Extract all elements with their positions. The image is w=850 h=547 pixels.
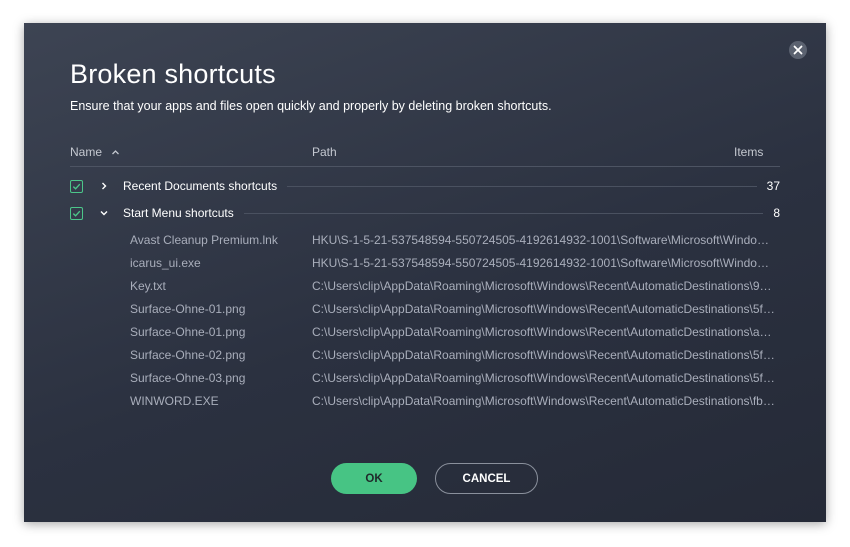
check-icon bbox=[72, 210, 81, 217]
file-name: icarus_ui.exe bbox=[130, 256, 201, 270]
file-row[interactable]: Avast Cleanup Premium.lnk HKU\S-1-5-21-5… bbox=[130, 233, 780, 251]
column-header-path[interactable]: Path bbox=[312, 145, 337, 159]
file-name: Surface-Ohne-01.png bbox=[130, 302, 246, 316]
file-path: C:\Users\clip\AppData\Roaming\Microsoft\… bbox=[312, 279, 777, 293]
group-divider bbox=[243, 212, 764, 214]
file-name: WINWORD.EXE bbox=[130, 394, 219, 408]
group-item-count: 8 bbox=[773, 206, 780, 220]
file-name: Surface-Ohne-02.png bbox=[130, 348, 246, 362]
group-label: Start Menu shortcuts bbox=[123, 206, 234, 220]
sort-ascending-icon[interactable] bbox=[111, 148, 120, 157]
file-path: HKU\S-1-5-21-537548594-550724505-4192614… bbox=[312, 233, 777, 247]
broken-shortcuts-dialog: Broken shortcuts Ensure that your apps a… bbox=[24, 23, 826, 522]
group-row-recent-documents[interactable]: Recent Documents shortcuts 37 bbox=[70, 176, 780, 196]
group-item-count: 37 bbox=[766, 179, 780, 193]
dialog-subtitle: Ensure that your apps and files open qui… bbox=[70, 99, 552, 113]
dialog-title: Broken shortcuts bbox=[70, 59, 276, 89]
file-row[interactable]: Surface-Ohne-03.png C:\Users\clip\AppDat… bbox=[130, 371, 780, 389]
ok-button[interactable]: OK bbox=[331, 463, 417, 494]
chevron-down-icon bbox=[100, 211, 108, 216]
file-row[interactable]: Surface-Ohne-01.png C:\Users\clip\AppDat… bbox=[130, 302, 780, 320]
file-path: C:\Users\clip\AppData\Roaming\Microsoft\… bbox=[312, 302, 777, 316]
file-name: Avast Cleanup Premium.lnk bbox=[130, 233, 278, 247]
column-header-name[interactable]: Name bbox=[70, 145, 120, 159]
check-icon bbox=[72, 183, 81, 190]
file-row[interactable]: icarus_ui.exe HKU\S-1-5-21-537548594-550… bbox=[130, 256, 780, 274]
group-checkbox-recent-documents[interactable] bbox=[70, 179, 83, 193]
close-icon bbox=[793, 45, 803, 55]
file-path: C:\Users\clip\AppData\Roaming\Microsoft\… bbox=[312, 348, 777, 362]
column-header-items[interactable]: Items bbox=[734, 145, 763, 159]
group-checkbox-start-menu[interactable] bbox=[70, 206, 83, 220]
group-row-start-menu[interactable]: Start Menu shortcuts 8 bbox=[70, 203, 780, 223]
group-divider bbox=[287, 185, 757, 187]
file-path: C:\Users\clip\AppData\Roaming\Microsoft\… bbox=[312, 394, 777, 408]
expand-toggle-recent-documents[interactable] bbox=[99, 181, 109, 191]
file-row[interactable]: Surface-Ohne-01.png C:\Users\clip\AppDat… bbox=[130, 325, 780, 343]
header-divider bbox=[70, 166, 780, 167]
file-path: C:\Users\clip\AppData\Roaming\Microsoft\… bbox=[312, 325, 777, 339]
chevron-right-icon bbox=[102, 182, 107, 190]
group-label: Recent Documents shortcuts bbox=[123, 179, 278, 193]
file-name: Surface-Ohne-01.png bbox=[130, 325, 246, 339]
file-path: C:\Users\clip\AppData\Roaming\Microsoft\… bbox=[312, 371, 777, 385]
file-path: HKU\S-1-5-21-537548594-550724505-4192614… bbox=[312, 256, 777, 270]
close-button[interactable] bbox=[789, 41, 807, 59]
expand-toggle-start-menu[interactable] bbox=[99, 208, 109, 218]
file-name: Surface-Ohne-03.png bbox=[130, 371, 246, 385]
file-row[interactable]: WINWORD.EXE C:\Users\clip\AppData\Roamin… bbox=[130, 394, 780, 412]
column-header-name-label: Name bbox=[70, 145, 103, 159]
file-row[interactable]: Surface-Ohne-02.png C:\Users\clip\AppDat… bbox=[130, 348, 780, 366]
cancel-button[interactable]: CANCEL bbox=[435, 463, 538, 494]
file-name: Key.txt bbox=[130, 279, 166, 293]
file-row[interactable]: Key.txt C:\Users\clip\AppData\Roaming\Mi… bbox=[130, 279, 780, 297]
